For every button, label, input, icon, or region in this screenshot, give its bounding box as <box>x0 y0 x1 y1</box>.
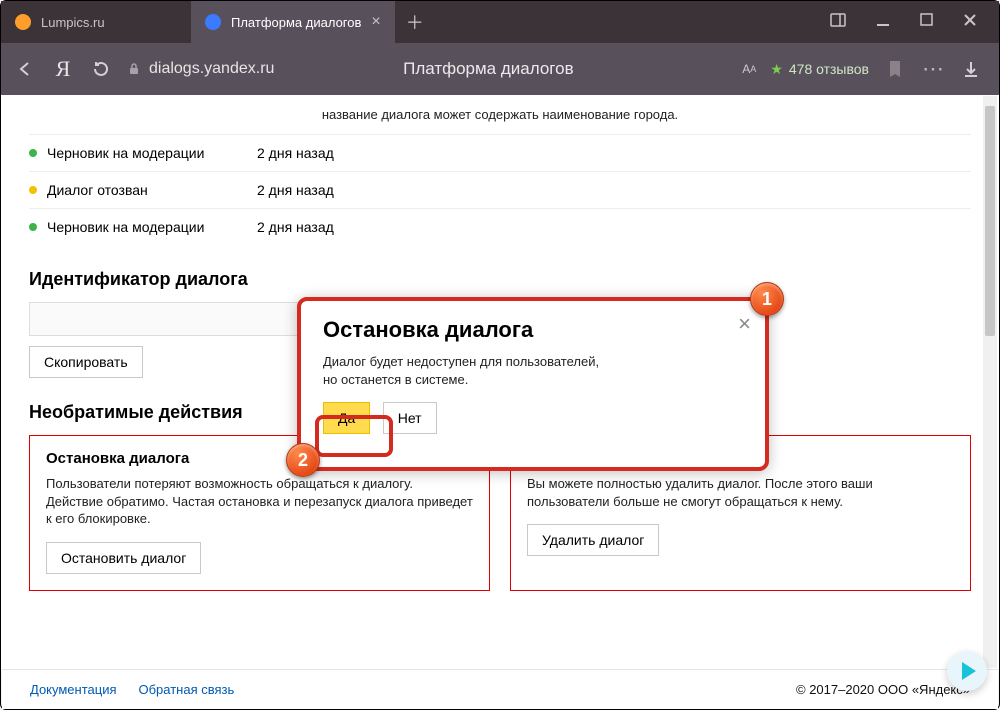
stop-dialog-modal: × Остановка диалога Диалог будет недосту… <box>297 297 769 471</box>
confirm-no-button[interactable]: Нет <box>383 402 437 434</box>
window-titlebar: Lumpics.ru Платформа диалогов × ＋ <box>1 1 999 43</box>
feedback-link[interactable]: Обратная связь <box>139 682 235 697</box>
status-time: 2 дня назад <box>257 182 334 198</box>
status-row: Диалог отозван 2 дня назад <box>29 171 971 208</box>
browser-tab-lumpics[interactable]: Lumpics.ru <box>1 1 191 43</box>
status-label: Черновик на модерации <box>47 145 257 161</box>
docs-link[interactable]: Документация <box>30 682 117 697</box>
delete-dialog-button[interactable]: Удалить диалог <box>527 524 659 556</box>
new-tab-button[interactable]: ＋ <box>395 1 435 43</box>
browser-tab-yandex-dialogs[interactable]: Платформа диалогов × <box>191 1 395 43</box>
favicon-icon <box>15 14 31 30</box>
status-label: Диалог отозван <box>47 182 257 198</box>
tab-title: Платформа диалогов <box>231 15 361 30</box>
stop-dialog-button[interactable]: Остановить диалог <box>46 542 201 574</box>
status-time: 2 дня назад <box>257 219 334 235</box>
page-title: Платформа диалогов <box>288 59 728 79</box>
address-bar[interactable]: dialogs.yandex.ru <box>127 60 274 78</box>
status-dot-icon <box>29 186 37 194</box>
back-icon[interactable] <box>13 57 37 81</box>
scrollbar-thumb[interactable] <box>985 106 995 336</box>
modal-title: Остановка диалога <box>323 317 743 343</box>
modal-text-line: Диалог будет недоступен для пользователе… <box>323 354 599 369</box>
annotation-badge-1: 1 <box>750 282 784 316</box>
window-controls <box>808 1 999 43</box>
status-row: Черновик на модерации 2 дня назад <box>29 134 971 171</box>
close-tab-icon[interactable]: × <box>371 13 380 31</box>
copy-button[interactable]: Скопировать <box>29 346 143 378</box>
annotation-badge-2: 2 <box>286 443 320 477</box>
vertical-scrollbar[interactable] <box>983 96 997 668</box>
status-dot-icon <box>29 149 37 157</box>
play-bubble-icon[interactable] <box>947 651 987 691</box>
favicon-icon <box>205 14 221 30</box>
reviews-text: 478 отзывов <box>789 61 869 77</box>
confirm-yes-button[interactable]: Да <box>323 402 370 434</box>
tab-title: Lumpics.ru <box>41 15 105 30</box>
browser-toolbar: Я dialogs.yandex.ru Платформа диалогов A… <box>1 43 999 95</box>
minimize-icon[interactable] <box>876 13 890 32</box>
menu-icon[interactable]: ⋯ <box>921 57 945 81</box>
panel-icon[interactable] <box>830 12 846 33</box>
section-title-id: Идентификатор диалога <box>29 269 971 290</box>
reload-icon[interactable] <box>89 57 113 81</box>
modal-text-line: но останется в системе. <box>323 372 468 387</box>
yandex-logo-icon[interactable]: Я <box>51 57 75 81</box>
card-text: Вы можете полностью удалить диалог. Посл… <box>527 475 954 510</box>
close-modal-icon[interactable]: × <box>738 311 751 337</box>
download-icon[interactable] <box>959 57 983 81</box>
copyright: © 2017–2020 ООО «Яндекс» <box>796 682 970 697</box>
text-size-icon[interactable]: AА <box>742 57 756 81</box>
page-footer: Документация Обратная связь © 2017–2020 … <box>2 669 998 709</box>
status-time: 2 дня назад <box>257 145 334 161</box>
bookmark-icon[interactable] <box>883 57 907 81</box>
url-host: dialogs.yandex.ru <box>149 60 274 78</box>
status-label: Черновик на модерации <box>47 219 257 235</box>
card-text: Пользователи потеряют возможность обраща… <box>46 475 473 528</box>
maximize-icon[interactable] <box>920 13 933 31</box>
status-dot-icon <box>29 223 37 231</box>
status-row: Черновик на модерации 2 дня назад <box>29 208 971 245</box>
info-snippet: название диалога может содержать наимено… <box>29 107 971 122</box>
reviews-indicator[interactable]: ★ 478 отзывов <box>770 61 869 78</box>
modal-text: Диалог будет недоступен для пользователе… <box>323 353 743 388</box>
lock-icon <box>127 62 141 76</box>
star-icon: ★ <box>770 61 783 78</box>
close-window-icon[interactable] <box>963 13 977 32</box>
